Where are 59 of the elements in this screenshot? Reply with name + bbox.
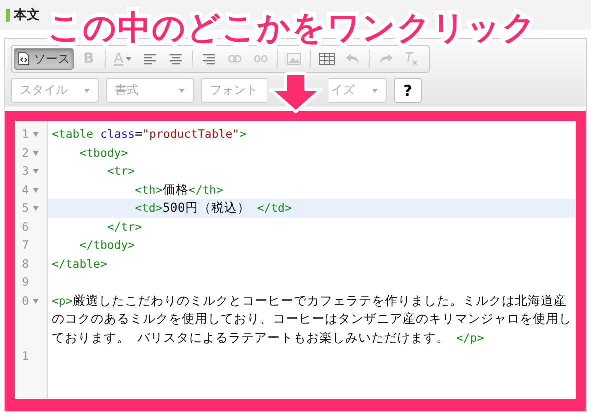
code-tag: </tbody> [52,238,136,252]
code-tag: > [240,127,246,141]
code-tag: <tr> [52,164,136,178]
code-string: "productTable" [142,127,240,141]
code-text: 価格 [162,182,189,196]
fold-arrow-icon[interactable] [33,169,39,174]
code-text: 500円（税込） [162,200,250,215]
line-number: 2 [21,144,29,162]
header-marker-icon [6,8,10,22]
line-number: 7 [21,237,29,254]
image-icon [286,53,301,65]
code-text: = [135,126,143,141]
source-code-icon [18,52,30,66]
code-tag: <table [52,127,100,141]
align-center-icon [170,54,182,64]
fold-arrow-icon[interactable] [33,206,39,211]
code-tag: </tr> [52,220,142,234]
help-button[interactable]: ? [394,78,422,103]
line-number: 6 [21,218,29,236]
code-tag: </td> [250,201,292,215]
line-number: 0 [21,292,29,310]
code-tag: <tbody> [52,146,128,160]
code-attr: class [100,127,136,141]
clear-format-icon [404,52,419,66]
dropdown[interactable]: フォント [201,78,267,103]
panel-title: 本文 [14,6,40,24]
dropdown[interactable]: イズ [329,78,387,103]
unlink-icon [254,55,268,63]
line-number: 3 [21,163,29,180]
code-tag: <td> [52,201,163,215]
code-tag: </p> [450,330,484,344]
line-number: 1 [21,348,29,365]
source-button[interactable]: ソース [14,48,74,70]
fold-arrow-icon[interactable] [33,188,39,192]
code-tag: </th> [188,182,224,196]
dropdown[interactable]: スタイル [11,78,99,103]
dropdown[interactable]: 書式 [106,78,194,103]
fold-arrow-icon[interactable] [33,150,39,156]
redo-icon [378,54,393,64]
undo-icon [346,54,360,64]
fold-arrow-icon[interactable] [33,298,39,304]
caret-icon [126,57,132,61]
code-text: ております。 バリスタによるラテアートもお楽しみいただけます。 [52,330,450,344]
code-tag: <p> [52,294,73,308]
line-number: 9 [21,274,29,291]
code-tag: <th> [52,182,163,196]
align-right-icon [202,54,215,64]
line-number: 5 [21,200,29,217]
chain-link-icon [228,55,242,63]
code-text: 厳選したこだわりのミルクとコーヒーでカフェラテを作りました。ミルクは北海道産 [72,292,567,308]
align-left-icon [144,54,156,64]
line-number: 8 [21,256,29,272]
line-number: 1 [21,126,29,143]
fold-arrow-icon[interactable] [33,132,39,137]
table-icon [318,53,335,65]
annotation-caption: この中のどこかをワンクリック [48,7,537,49]
code-tag: </table> [52,256,108,270]
code-text: のコクのあるミルクを使用しており、コーヒーはタンザニア産のキリマンジャロを使用し [52,311,572,326]
line-number: 4 [21,182,29,198]
